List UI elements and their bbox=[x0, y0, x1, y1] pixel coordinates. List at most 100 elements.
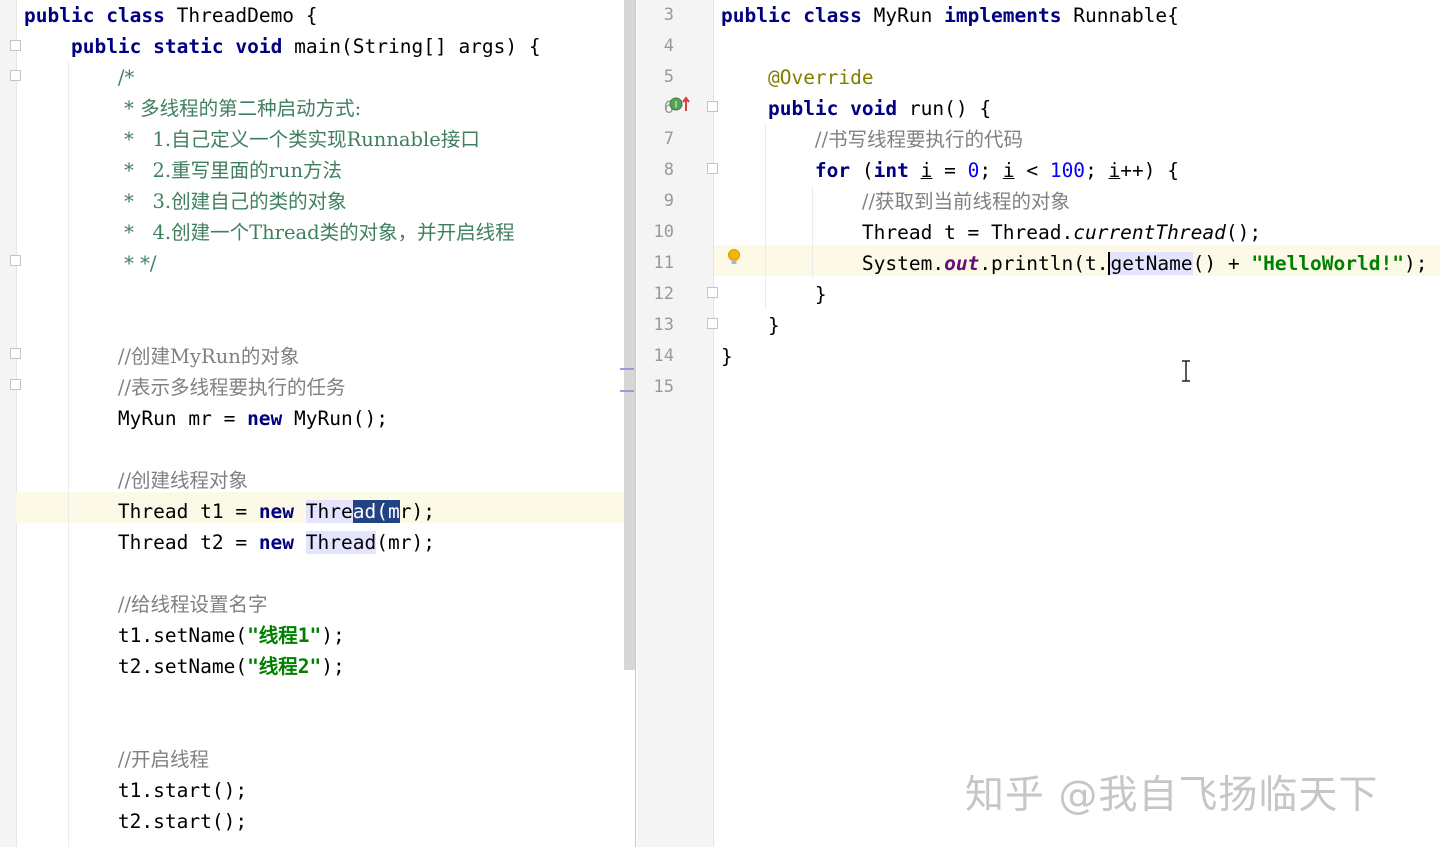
code-line[interactable]: t2.setName("线程2"); bbox=[24, 651, 541, 682]
code-text: t1.setName( bbox=[117, 624, 248, 647]
code-line[interactable]: //创建MyRun的对象 bbox=[24, 341, 541, 372]
line-number: 15 bbox=[653, 377, 674, 397]
code-line[interactable]: public class MyRun implements Runnable{ bbox=[721, 0, 1427, 31]
code-line[interactable]: * 2.重写里面的run方法 bbox=[24, 155, 541, 186]
code-line[interactable] bbox=[24, 310, 541, 341]
right-editor-pane[interactable]: 3 4 5 6 7 8 9 10 11 12 13 14 15 I public… bbox=[637, 0, 1440, 847]
string-literal: "线程1" bbox=[247, 624, 322, 647]
line-number: 12 bbox=[653, 284, 674, 304]
code-text: ); bbox=[321, 655, 345, 678]
code-line[interactable]: //获取到当前线程的对象 bbox=[721, 186, 1427, 217]
code-line-current[interactable]: System.out.println(t. getName() + "HelloW… bbox=[721, 248, 1427, 279]
line-number: 10 bbox=[653, 222, 674, 242]
code-text: .println(t. bbox=[979, 252, 1109, 275]
closing-brace: } bbox=[814, 283, 827, 306]
right-code-area[interactable]: public class MyRun implements Runnable{ … bbox=[721, 0, 1427, 403]
fold-marker[interactable] bbox=[10, 348, 21, 359]
pane-divider[interactable] bbox=[635, 0, 636, 847]
text-selection: ad(m bbox=[352, 500, 400, 523]
code-line[interactable]: * 3.创建自己的类的对象 bbox=[24, 186, 541, 217]
fold-marker[interactable] bbox=[707, 163, 718, 174]
line-number: 11 bbox=[653, 253, 674, 273]
string-literal: "线程2" bbox=[247, 655, 322, 678]
code-text: ; bbox=[1085, 159, 1109, 182]
code-line[interactable]: public static void main(String[] args) { bbox=[24, 31, 541, 62]
left-code-area[interactable]: public class ThreadDemo { public static … bbox=[24, 0, 541, 837]
code-line[interactable]: @Override bbox=[721, 62, 1427, 93]
code-line[interactable] bbox=[24, 558, 541, 589]
code-line[interactable]: Thread t2 = new Thread(mr); bbox=[24, 527, 541, 558]
comment: //书写线程要执行的代码 bbox=[814, 128, 1024, 151]
fold-marker[interactable] bbox=[10, 70, 21, 81]
code-text: Runnable{ bbox=[1061, 4, 1179, 27]
variable: i bbox=[920, 159, 933, 182]
keyword: new bbox=[247, 407, 283, 430]
comment: * 2.重写里面的run方法 bbox=[117, 159, 343, 182]
variable: i bbox=[1002, 159, 1015, 182]
code-line[interactable]: /* bbox=[24, 62, 541, 93]
code-line[interactable] bbox=[721, 372, 1427, 403]
code-line[interactable] bbox=[24, 713, 541, 744]
code-line[interactable]: } bbox=[721, 341, 1427, 372]
code-line[interactable] bbox=[24, 279, 541, 310]
code-line[interactable] bbox=[24, 682, 541, 713]
fold-marker[interactable] bbox=[707, 287, 718, 298]
code-line[interactable]: Thread t = Thread.currentThread(); bbox=[721, 217, 1427, 248]
code-line[interactable]: MyRun mr = new MyRun(); bbox=[24, 403, 541, 434]
code-text: t2.start(); bbox=[117, 810, 248, 833]
keyword: public bbox=[70, 35, 142, 58]
annotation: @Override bbox=[767, 66, 874, 89]
code-line[interactable] bbox=[721, 31, 1427, 62]
code-line[interactable]: t2.start(); bbox=[24, 806, 541, 837]
code-line[interactable]: public void run() { bbox=[721, 93, 1427, 124]
code-text: t1.start(); bbox=[117, 779, 248, 802]
fold-marker[interactable] bbox=[707, 318, 718, 329]
code-text: r); bbox=[399, 500, 435, 523]
code-line[interactable]: * */ bbox=[24, 248, 541, 279]
code-text: Thread t = Thread. bbox=[861, 221, 1074, 244]
left-scrollbar[interactable] bbox=[624, 0, 635, 670]
code-line[interactable]: t1.start(); bbox=[24, 775, 541, 806]
code-line[interactable]: //给线程设置名字 bbox=[24, 589, 541, 620]
usage-highlight: getName bbox=[1108, 252, 1193, 275]
fold-marker[interactable] bbox=[10, 40, 21, 51]
code-line[interactable]: for (int i = 0; i < 100; i++) { bbox=[721, 155, 1427, 186]
code-line-current[interactable]: Thread t1 = new Thread(mr); bbox=[24, 496, 541, 527]
keyword: void bbox=[235, 35, 283, 58]
method-signature: main(String[] args) { bbox=[282, 35, 541, 58]
code-line[interactable]: } bbox=[721, 279, 1427, 310]
string-literal: "HelloWorld!" bbox=[1251, 252, 1404, 275]
svg-text:I: I bbox=[675, 101, 678, 111]
code-line[interactable]: //开启线程 bbox=[24, 744, 541, 775]
code-line[interactable]: * 多线程的第二种启动方式: bbox=[24, 93, 541, 124]
code-text: Thread t1 = bbox=[117, 500, 259, 523]
left-editor-pane[interactable]: public class ThreadDemo { public static … bbox=[0, 0, 636, 847]
code-line[interactable]: public class ThreadDemo { bbox=[24, 0, 541, 31]
comment: * 4.创建一个Thread类的对象，并开启线程 bbox=[117, 221, 515, 244]
code-line[interactable]: //创建线程对象 bbox=[24, 465, 541, 496]
class-name: ThreadDemo { bbox=[164, 4, 318, 27]
fold-marker[interactable] bbox=[10, 255, 21, 266]
keyword: class bbox=[803, 4, 862, 27]
comment: //给线程设置名字 bbox=[117, 593, 268, 616]
code-text: ++) { bbox=[1120, 159, 1179, 182]
code-line[interactable]: * 1.自己定义一个类实现Runnable接口 bbox=[24, 124, 541, 155]
code-line[interactable]: } bbox=[721, 310, 1427, 341]
code-text: MyRun mr = bbox=[117, 407, 248, 430]
fold-marker[interactable] bbox=[707, 101, 718, 112]
code-text: ( bbox=[850, 159, 874, 182]
change-marker bbox=[620, 390, 634, 392]
number-literal: 100 bbox=[1049, 159, 1086, 182]
code-line[interactable]: //表示多线程要执行的任务 bbox=[24, 372, 541, 403]
fold-marker[interactable] bbox=[10, 379, 21, 390]
keyword: new bbox=[258, 531, 295, 554]
keyword: implements bbox=[944, 4, 1062, 27]
code-line[interactable] bbox=[24, 434, 541, 465]
comment: //开启线程 bbox=[117, 748, 210, 771]
code-line[interactable]: //书写线程要执行的代码 bbox=[721, 124, 1427, 155]
watermark: 知乎 @我自飞扬临天下 bbox=[965, 773, 1379, 818]
code-line[interactable]: * 4.创建一个Thread类的对象，并开启线程 bbox=[24, 217, 541, 248]
code-text: ; bbox=[979, 159, 1003, 182]
override-gutter-icon[interactable]: I bbox=[669, 95, 691, 113]
code-line[interactable]: t1.setName("线程1"); bbox=[24, 620, 541, 651]
